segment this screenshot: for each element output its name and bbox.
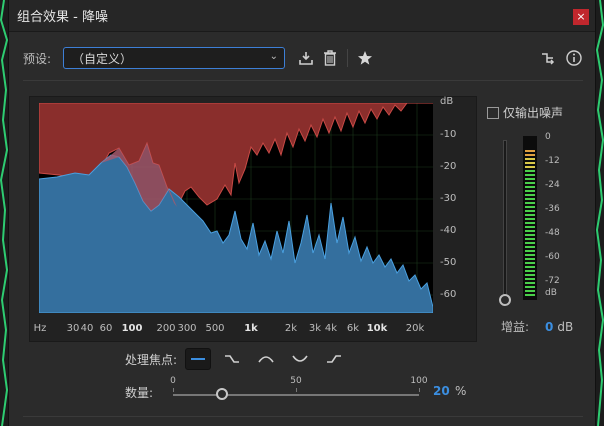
amount-tick-label: 50: [290, 376, 302, 386]
x-tick: 100: [121, 323, 143, 334]
mid-focus-icon[interactable]: [253, 348, 279, 370]
y-tick: -10: [440, 129, 457, 140]
title-bar: 组合效果 - 降噪 ×: [9, 0, 595, 32]
meter-tick: -36: [545, 204, 560, 214]
high-mid-focus-icon[interactable]: [287, 348, 313, 370]
processing-focus-label: 处理焦点:: [125, 352, 178, 367]
amount-tick-label: 100: [410, 376, 428, 386]
x-tick: 6k: [346, 323, 360, 334]
amount-tick: [173, 388, 174, 392]
y-axis: dB -10 -20 -30 -40 -50 -60: [434, 96, 478, 317]
y-tick: -40: [440, 225, 457, 236]
x-tick: 20k: [405, 323, 425, 334]
route-icon[interactable]: [539, 49, 557, 67]
close-button[interactable]: ×: [573, 9, 589, 25]
y-tick: -60: [440, 289, 457, 300]
favorite-star-icon[interactable]: [356, 49, 374, 67]
meter-scale: 0 -12 -24 -36 -48 -60 -72 dB: [545, 132, 575, 302]
amount-row: 数量: 0 50 100 20 %: [125, 376, 485, 406]
amount-tick-label: 0: [170, 376, 176, 386]
processing-focus-row: 处理焦点:: [125, 348, 347, 370]
preset-label: 预设:: [23, 51, 52, 66]
amount-tick: [419, 388, 420, 392]
x-tick: 40: [80, 323, 94, 334]
y-axis-unit: dB: [440, 96, 454, 107]
meter-tick: 0: [545, 132, 551, 142]
noise-reduction-dialog: 组合效果 - 降噪 × 预设: （自定义） ⌄ dB -10 -20 -30 -…: [8, 0, 596, 426]
output-panel: 仅输出噪声 0 -12 -24 -36 -48 -60 -72 dB 增益: 0…: [481, 96, 597, 342]
y-tick: -20: [440, 161, 457, 172]
gain-unit: dB: [557, 319, 574, 334]
meter-tick: -72: [545, 276, 560, 286]
info-icon[interactable]: [565, 49, 583, 67]
waveform-left-edge: [0, 0, 8, 426]
x-tick: 200: [156, 323, 176, 334]
checkbox-box[interactable]: [487, 106, 499, 119]
high-focus-icon[interactable]: [321, 348, 347, 370]
level-meter: [523, 136, 537, 300]
x-axis-unit: Hz: [33, 323, 47, 334]
preset-dropdown[interactable]: （自定义） ⌄: [63, 47, 285, 69]
amount-value[interactable]: 20: [433, 384, 450, 398]
amount-slider-thumb[interactable]: [216, 388, 229, 400]
x-tick: 30: [66, 323, 80, 334]
gain-slider-thumb[interactable]: [499, 294, 511, 306]
preset-value: （自定义）: [72, 51, 133, 66]
divider: [23, 80, 583, 81]
gain-readout: 增益: 0 dB: [501, 318, 573, 335]
meter-tick: -60: [545, 252, 560, 262]
x-tick: 4k: [324, 323, 338, 334]
output-noise-only-label: 仅输出噪声: [503, 106, 564, 120]
window-title: 组合效果 - 降噪: [17, 10, 108, 25]
chevron-down-icon: ⌄: [269, 51, 278, 62]
output-noise-only-checkbox[interactable]: 仅输出噪声: [487, 104, 563, 121]
save-preset-icon[interactable]: [297, 49, 315, 67]
x-tick: 60: [99, 323, 113, 334]
preset-row: 预设: （自定义） ⌄: [23, 46, 583, 70]
y-tick: -50: [440, 257, 457, 268]
meter-tick: -48: [545, 228, 560, 238]
x-tick: 3k: [308, 323, 322, 334]
flat-focus-icon[interactable]: [185, 348, 212, 370]
gain-value[interactable]: 0: [545, 320, 553, 334]
amount-tick: [296, 388, 297, 392]
meter-unit: dB: [545, 288, 557, 298]
amount-unit: %: [455, 384, 467, 398]
amount-slider-track[interactable]: [173, 394, 419, 396]
meter-tick: -12: [545, 156, 560, 166]
x-axis: Hz 30 40 60 100 200 300 500 1k 2k 3k 4k …: [30, 323, 440, 339]
signal-spectrum-area: [39, 154, 433, 313]
delete-icon[interactable]: [321, 49, 339, 67]
y-tick: -30: [440, 193, 457, 204]
x-tick: 10k: [366, 323, 388, 334]
spectrum-graph[interactable]: dB -10 -20 -30 -40 -50 -60 Hz 30 40 60 1…: [29, 96, 477, 342]
waveform-right-edge: [596, 0, 604, 426]
x-tick: 1k: [244, 323, 258, 334]
meter-tick: -24: [545, 180, 560, 190]
toolbar-separator: [347, 49, 348, 67]
spectrum-plot[interactable]: [39, 103, 433, 313]
x-tick: 300: [177, 323, 197, 334]
amount-label: 数量:: [125, 386, 154, 400]
x-tick: 2k: [284, 323, 298, 334]
gain-label: 增益:: [501, 320, 530, 334]
low-focus-icon[interactable]: [219, 348, 245, 370]
divider: [23, 416, 583, 417]
x-tick: 500: [205, 323, 225, 334]
gain-slider-track[interactable]: [503, 140, 507, 300]
